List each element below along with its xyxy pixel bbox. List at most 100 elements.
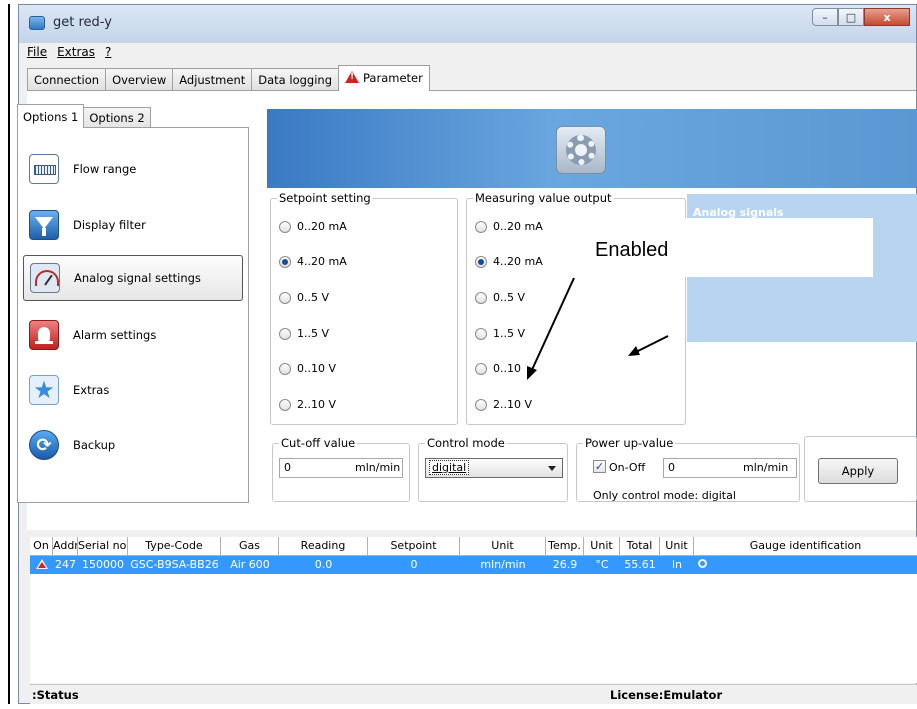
cutoff-unit: mln/min <box>355 461 401 474</box>
gauge-icon <box>30 263 60 293</box>
status-text: :Status <box>32 688 79 702</box>
maximize-button[interactable]: □ <box>838 8 864 26</box>
measuring-option-0-10[interactable]: 0..10 <box>475 362 521 375</box>
alarm-warning-icon <box>30 556 53 574</box>
warning-icon <box>345 71 359 83</box>
measuring-option-2-10v[interactable]: 2..10 V <box>475 398 532 411</box>
column-header[interactable]: Gas <box>221 537 279 556</box>
nav-item-label: Display filter <box>73 218 146 232</box>
menu-extras[interactable]: Extras <box>57 45 95 63</box>
group-title: Setpoint setting <box>277 191 373 205</box>
nav-item-label: Alarm settings <box>73 328 157 342</box>
radio-button <box>475 327 487 340</box>
table-cell: °C <box>595 558 609 571</box>
nav-item-flow-range[interactable]: Flow range <box>23 146 243 192</box>
nav-item-backup[interactable]: ⟳ Backup <box>23 422 243 468</box>
setpoint-option-0-5v[interactable]: 0..5 V <box>279 291 329 304</box>
group-title: Measuring value output <box>473 191 614 205</box>
star-icon: ★ <box>29 375 59 405</box>
setpoint-option-4-20ma[interactable]: 4..20 mA <box>279 255 347 268</box>
column-header[interactable]: Unit <box>584 537 620 556</box>
column-header[interactable]: Setpoint <box>368 537 460 556</box>
tab-options-2[interactable]: Options 2 <box>83 107 151 128</box>
page-left-border <box>8 4 10 704</box>
table-cell: 150000 <box>82 558 124 571</box>
tab-data-logging[interactable]: Data logging <box>251 68 339 91</box>
tab-parameter[interactable]: Parameter <box>338 65 430 91</box>
on-off-checkbox[interactable]: ✓ <box>593 460 606 473</box>
column-header[interactable]: Unit <box>660 537 694 556</box>
control-mode-select[interactable]: digital <box>425 458 563 478</box>
column-header[interactable]: Serial no. <box>78 537 128 556</box>
nav-item-label: Flow range <box>73 162 137 176</box>
column-header[interactable]: Addr. <box>53 537 78 556</box>
nav-item-extras[interactable]: ★ Extras <box>23 367 243 413</box>
tab-connection[interactable]: Connection <box>27 68 107 91</box>
column-header[interactable]: Reading <box>279 537 368 556</box>
license-text: License:Emulator <box>610 688 723 702</box>
table-cell: 0.0 <box>314 558 333 571</box>
table-cell: mln/min <box>480 558 526 571</box>
nav-item-alarm-settings[interactable]: Alarm settings <box>23 312 243 358</box>
table-cell: Air 600 <box>230 558 270 571</box>
control-mode-group: Control mode digital <box>418 436 568 502</box>
radio-button <box>475 398 487 411</box>
menu-help[interactable]: ? <box>105 45 111 63</box>
app-icon <box>29 16 45 30</box>
power-up-unit: mln/min <box>743 461 789 474</box>
group-title: Cut-off value <box>279 436 358 450</box>
on-off-label: On-Off <box>609 461 646 474</box>
window-title: get red-y <box>53 15 112 30</box>
column-header[interactable]: On <box>30 537 53 556</box>
radio-button <box>279 255 291 268</box>
radio-button <box>279 291 291 304</box>
radio-button <box>279 398 291 411</box>
nav-item-display-filter[interactable]: Display filter <box>23 202 243 248</box>
column-header[interactable]: Unit <box>460 537 546 556</box>
radio-button <box>475 255 487 268</box>
power-up-value-group: Power up-value ✓ On-Off 0 mln/min Only c… <box>576 436 800 502</box>
minimize-button[interactable]: – <box>812 8 838 26</box>
tab-adjustment[interactable]: Adjustment <box>172 68 253 91</box>
main-tab-bar: Connection Overview Adjustment Data logg… <box>27 65 430 91</box>
radio-button <box>279 220 291 233</box>
setpoint-option-2-10v[interactable]: 2..10 V <box>279 398 336 411</box>
measuring-option-0-5v[interactable]: 0..5 V <box>475 291 525 304</box>
nav-item-label: Extras <box>73 383 110 397</box>
setpoint-option-1-5v[interactable]: 1..5 V <box>279 327 329 340</box>
table-row[interactable]: 247 150000 GSC-B9SA-BB26 Air 600 0.0 0 m… <box>30 556 917 574</box>
group-title: Power up-value <box>583 436 676 450</box>
column-header[interactable]: Total <box>620 537 660 556</box>
device-table-header: On Addr. Serial no. Type-Code Gas Readin… <box>30 537 917 556</box>
column-header[interactable]: Type-Code <box>128 537 221 556</box>
ruler-icon <box>29 154 59 184</box>
setpoint-option-0-20ma[interactable]: 0..20 mA <box>279 220 347 233</box>
device-table-body <box>30 574 917 683</box>
tab-options-1[interactable]: Options 1 <box>17 104 85 128</box>
enabled-callout: Enabled <box>560 218 873 277</box>
menu-bar: File Extras ? <box>19 45 121 63</box>
column-header[interactable]: Gauge identification <box>694 537 917 556</box>
nav-item-analog-signal-settings[interactable]: Analog signal settings <box>23 255 243 301</box>
tab-overview[interactable]: Overview <box>105 68 174 91</box>
chevron-down-icon <box>548 466 556 471</box>
measuring-option-1-5v[interactable]: 1..5 V <box>475 327 525 340</box>
gauge-identification-cell[interactable] <box>694 556 917 574</box>
measuring-option-4-20ma[interactable]: 4..20 mA <box>475 255 543 268</box>
setpoint-option-0-10v[interactable]: 0..10 V <box>279 362 336 375</box>
title-bar: get red-y – □ x <box>19 5 916 43</box>
menu-file[interactable]: File <box>27 45 47 63</box>
apply-button[interactable]: Apply <box>818 458 898 484</box>
radio-button <box>279 327 291 340</box>
close-button[interactable]: x <box>864 8 910 26</box>
cutoff-value-group: Cut-off value 0 mln/min <box>272 436 410 502</box>
nav-item-label: Analog signal settings <box>74 271 201 285</box>
table-cell: 55.61 <box>624 558 656 571</box>
magnifier-icon[interactable] <box>698 559 707 568</box>
table-cell: 0 <box>410 558 418 571</box>
column-header[interactable]: Temp. <box>546 537 584 556</box>
measuring-option-0-20ma[interactable]: 0..20 mA <box>475 220 543 233</box>
nav-item-label: Backup <box>73 438 116 452</box>
callout-text: Enabled <box>595 239 669 261</box>
options-tab-bar: Options 1 Options 2 <box>17 104 151 128</box>
